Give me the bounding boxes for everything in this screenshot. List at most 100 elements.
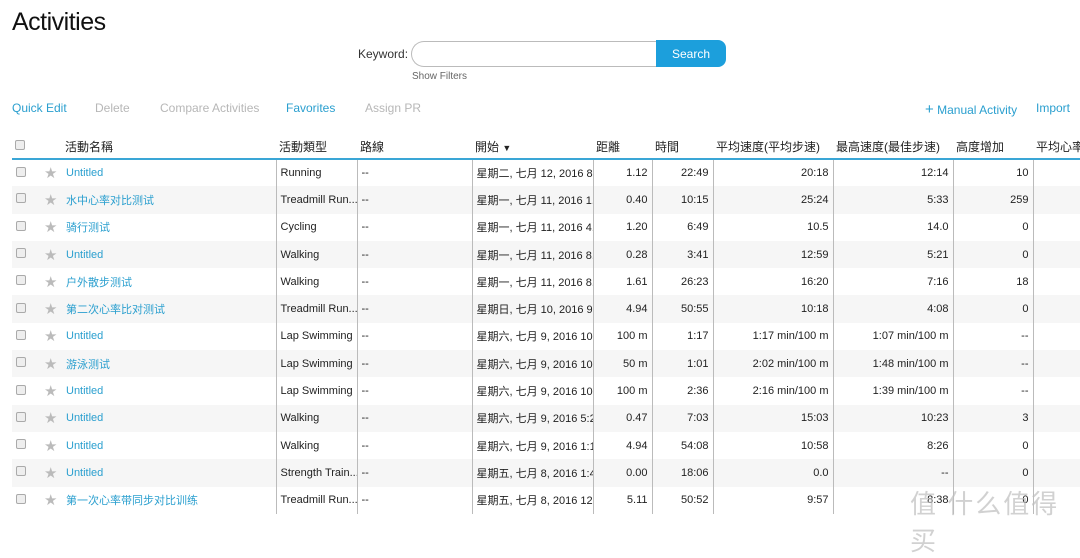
col-route[interactable]: 路線 xyxy=(357,134,472,160)
row-checkbox[interactable] xyxy=(16,411,26,422)
table-row[interactable]: ★ 第二次心率比对测试 Treadmill Run... -- 星期日, 七月 10, … xyxy=(12,295,1080,323)
manual-activity-button[interactable]: + Manual Activity xyxy=(925,101,1017,118)
duration: 3:41 xyxy=(651,240,713,269)
row-checkbox[interactable] xyxy=(16,248,26,259)
star-icon[interactable]: ★ xyxy=(44,438,57,455)
elevation-gain: 0 xyxy=(952,459,1033,487)
max-speed: 1:07 min/100 m xyxy=(832,322,953,351)
star-icon[interactable]: ★ xyxy=(44,465,57,482)
activities-table: 活動名稱 活動類型 路線 開始 ▼ 距離 時間 平均速度(平均步速) 最高速度(… xyxy=(12,134,1080,514)
col-type[interactable]: 活動類型 xyxy=(276,134,357,160)
col-time[interactable]: 時間 xyxy=(652,134,713,160)
activity-name-link[interactable]: Untitled xyxy=(66,412,103,424)
col-elevation[interactable]: 高度增加 xyxy=(953,134,1033,160)
route: -- xyxy=(356,186,472,214)
star-icon[interactable]: ★ xyxy=(44,192,57,209)
table-row[interactable]: ★ Untitled Lap Swimming -- 星期六, 七月 9, 2016 1… xyxy=(12,377,1080,405)
table-row[interactable]: ★ 户外散步测试 Walking -- 星期一, 七月 11, 2016 8... 1.6… xyxy=(12,268,1080,296)
compare-activities-button[interactable]: Compare Activities xyxy=(160,101,259,115)
max-speed: 5:21 xyxy=(832,240,953,269)
avg-speed: 10.5 xyxy=(712,213,833,241)
avg-speed: 2:16 min/100 m xyxy=(712,377,833,405)
col-avg-hr[interactable]: 平均心率 xyxy=(1033,134,1080,160)
activity-name-link[interactable]: 骑行测试 xyxy=(66,222,110,234)
col-max-speed[interactable]: 最高速度(最佳步速) xyxy=(833,134,953,160)
route: -- xyxy=(356,240,472,269)
activity-name-link[interactable]: 第一次心率带同步对比训练 xyxy=(66,495,198,507)
table-row[interactable]: ★ Untitled Running -- 星期二, 七月 12, 2016 8... 1… xyxy=(12,159,1080,187)
elevation-gain: 259 xyxy=(952,186,1033,214)
star-icon[interactable]: ★ xyxy=(44,328,57,345)
table-row[interactable]: ★ Untitled Walking -- 星期六, 七月 9, 2016 1:1...… xyxy=(12,431,1080,460)
activity-type: Cycling xyxy=(275,213,357,241)
max-speed: 1:39 min/100 m xyxy=(832,377,953,405)
distance: 0.40 xyxy=(592,186,652,214)
table-row[interactable]: ★ Untitled Walking -- 星期六, 七月 9, 2016 5:2...… xyxy=(12,404,1080,432)
col-start[interactable]: 開始 ▼ xyxy=(472,134,593,160)
row-checkbox[interactable] xyxy=(16,493,26,504)
delete-button[interactable]: Delete xyxy=(95,101,130,115)
row-checkbox[interactable] xyxy=(16,384,26,395)
activity-name-link[interactable]: 第二次心率比对测试 xyxy=(66,304,165,316)
star-icon[interactable]: ★ xyxy=(44,301,57,318)
activity-name-link[interactable]: 游泳测试 xyxy=(66,359,110,371)
table-row[interactable]: ★ 游泳测试 Lap Swimming -- 星期六, 七月 9, 2016 10...… xyxy=(12,350,1080,378)
star-icon[interactable]: ★ xyxy=(44,492,57,509)
activity-type: Walking xyxy=(275,431,357,460)
elevation-gain: 0 xyxy=(952,431,1033,460)
start-time: 星期六, 七月 9, 2016 5:2... xyxy=(471,404,593,432)
quick-edit-button[interactable]: Quick Edit xyxy=(12,101,67,115)
duration: 6:49 xyxy=(651,213,713,241)
table-row[interactable]: ★ Untitled Lap Swimming -- 星期六, 七月 9, 2016 1… xyxy=(12,322,1080,351)
import-button[interactable]: Import xyxy=(1036,101,1070,115)
activity-type: Lap Swimming xyxy=(275,377,357,405)
activity-name-link[interactable]: Untitled xyxy=(66,249,103,261)
star-icon[interactable]: ★ xyxy=(44,165,57,182)
avg-hr xyxy=(1032,186,1080,214)
table-row[interactable]: ★ Untitled Strength Train... -- 星期五, 七月 8, 2… xyxy=(12,459,1080,487)
row-checkbox[interactable] xyxy=(16,466,26,477)
assign-pr-button[interactable]: Assign PR xyxy=(365,101,421,115)
activity-name-link[interactable]: Untitled xyxy=(66,440,103,452)
row-checkbox[interactable] xyxy=(16,302,26,313)
star-icon[interactable]: ★ xyxy=(44,356,57,373)
start-time: 星期五, 七月 8, 2016 1:4... xyxy=(471,459,593,487)
row-checkbox[interactable] xyxy=(16,357,26,368)
avg-hr xyxy=(1032,459,1080,487)
activity-name-link[interactable]: 户外散步测试 xyxy=(66,277,132,289)
search-button[interactable]: Search xyxy=(656,40,726,67)
activity-name-link[interactable]: Untitled xyxy=(66,167,103,179)
favorites-button[interactable]: Favorites xyxy=(286,101,335,115)
show-filters-link[interactable]: Show Filters xyxy=(412,71,467,82)
star-icon[interactable]: ★ xyxy=(44,383,57,400)
avg-speed: 20:18 xyxy=(712,159,833,187)
duration: 50:52 xyxy=(651,486,713,514)
col-avg-speed[interactable]: 平均速度(平均步速) xyxy=(713,134,833,160)
activity-name-link[interactable]: Untitled xyxy=(66,467,103,479)
keyword-input[interactable] xyxy=(411,41,661,67)
col-name[interactable]: 活動名稱 xyxy=(62,134,276,160)
row-checkbox[interactable] xyxy=(16,329,26,340)
table-row[interactable]: ★ Untitled Walking -- 星期一, 七月 11, 2016 8... 0… xyxy=(12,240,1080,269)
route: -- xyxy=(356,268,472,296)
distance: 100 m xyxy=(592,322,652,351)
max-speed: 8:26 xyxy=(832,431,953,460)
activity-name-link[interactable]: 水中心率对比测试 xyxy=(66,195,154,207)
table-row[interactable]: ★ 骑行测试 Cycling -- 星期一, 七月 11, 2016 4... 1.20 6… xyxy=(12,213,1080,241)
activity-name-link[interactable]: Untitled xyxy=(66,385,103,397)
start-time: 星期六, 七月 9, 2016 10... xyxy=(471,377,593,405)
row-checkbox[interactable] xyxy=(16,166,26,177)
select-all-checkbox[interactable] xyxy=(15,140,25,150)
row-checkbox[interactable] xyxy=(16,275,26,286)
activity-name-link[interactable]: Untitled xyxy=(66,330,103,342)
col-distance[interactable]: 距離 xyxy=(593,134,652,160)
star-icon[interactable]: ★ xyxy=(44,274,57,291)
row-checkbox[interactable] xyxy=(16,193,26,204)
table-row[interactable]: ★ 水中心率对比测试 Treadmill Run... -- 星期一, 七月 11, 2… xyxy=(12,186,1080,214)
row-checkbox[interactable] xyxy=(16,439,26,450)
activity-type: Treadmill Run... xyxy=(275,486,357,514)
star-icon[interactable]: ★ xyxy=(44,247,57,264)
row-checkbox[interactable] xyxy=(16,220,26,231)
star-icon[interactable]: ★ xyxy=(44,219,57,236)
star-icon[interactable]: ★ xyxy=(44,410,57,427)
